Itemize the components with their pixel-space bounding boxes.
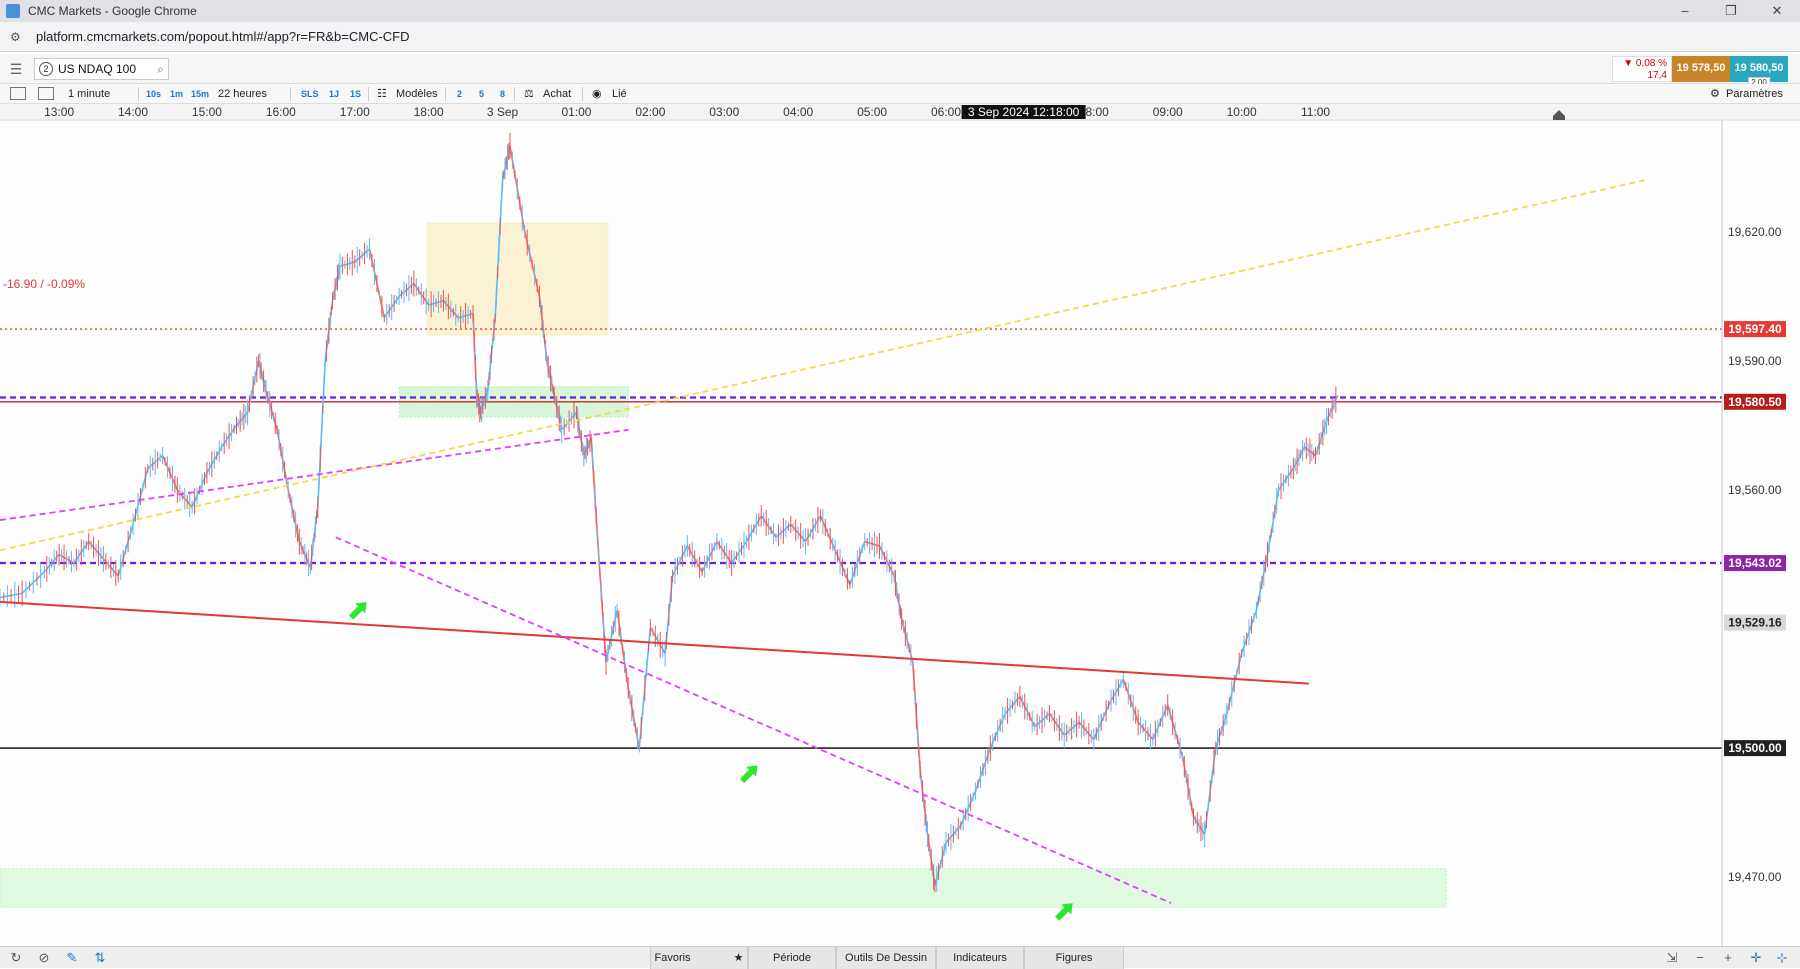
price-tag-label: 19,529.16 (1728, 616, 1782, 630)
cancel-icon[interactable]: ⊘ (34, 947, 54, 969)
prev-close-change-label: -16.90 / -0.09% (3, 277, 85, 291)
x-tick-label: 02:00 (635, 105, 665, 119)
site-info-icon[interactable]: ⚙ (10, 30, 24, 44)
favorites-label: Favoris (654, 952, 691, 964)
search-icon[interactable]: ⌕ (157, 62, 164, 77)
minimize-icon[interactable]: – (1662, 0, 1708, 22)
x-tick-label: 11:00 (1301, 105, 1330, 119)
buy-price: 19 580,50 (1734, 62, 1784, 74)
close-icon[interactable]: ✕ (1754, 0, 1800, 22)
crosshair-icon[interactable]: ✛ (1746, 947, 1766, 969)
interval-15m[interactable]: 15m (191, 84, 209, 104)
pencil-icon[interactable]: ✎ (62, 947, 82, 969)
x-tick-label: 15:00 (192, 105, 222, 119)
window-controls: – ❐ ✕ (1662, 0, 1800, 22)
hamburger-menu-icon[interactable]: ☰ (6, 60, 26, 78)
interval-10s[interactable]: 10s (146, 84, 161, 104)
templates-icon[interactable]: ☷ (377, 84, 387, 104)
window-title: CMC Markets - Google Chrome (28, 4, 197, 18)
url-text[interactable]: platform.cmcmarkets.com/popout.html#/app… (36, 29, 410, 44)
template-2[interactable]: 2 (457, 84, 462, 104)
price-tag-label: 19,580.50 (1728, 395, 1782, 409)
drawing-tools-tab[interactable]: Outils De Dessin (836, 947, 936, 969)
figures-tab[interactable]: Figures (1024, 947, 1124, 969)
change-points: 17,4 (1647, 70, 1667, 81)
templates-button[interactable]: Modèles (396, 84, 438, 104)
buy-order-icon[interactable]: ⚖ (524, 84, 534, 104)
instrument-bar: ☰ 2 US NDAQ 100 ⌕ (0, 54, 1800, 84)
buy-order-button[interactable]: Achat (543, 84, 571, 104)
x-tick-label: 16:00 (266, 105, 296, 119)
chrome-app-icon (6, 4, 20, 18)
instrument-selector[interactable]: 2 US NDAQ 100 ⌕ (34, 58, 169, 80)
x-tick-label: 3 Sep (487, 105, 519, 119)
x-tick-label: 01:00 (561, 105, 591, 119)
linked-button[interactable]: Lié (612, 84, 627, 104)
price-tag-label: 19,543.02 (1728, 556, 1782, 570)
star-icon: ★ (733, 952, 744, 964)
address-bar: ⚙ platform.cmcmarkets.com/popout.html#/a… (0, 22, 1800, 52)
template-8[interactable]: 8 (500, 84, 505, 104)
expand-icon[interactable]: ⇲ (1662, 947, 1682, 969)
x-tick-label: 17:00 (340, 105, 370, 119)
window-titlebar: CMC Markets - Google Chrome – ❐ ✕ (0, 0, 1800, 22)
price-tag-label: 19,597.40 (1728, 322, 1782, 336)
chart-toolbar: 1 minute 10s 1m 15m 22 heures SLS 1J 1S … (0, 84, 1800, 104)
fit-icon[interactable]: ⊹ (1772, 947, 1792, 969)
refresh-icon[interactable]: ↻ (6, 947, 26, 969)
instrument-badge: 2 (39, 62, 53, 76)
crosshair-time-label: 3 Sep 2024 12:18:00 (968, 105, 1080, 119)
interval-1m[interactable]: 1m (170, 84, 183, 104)
restore-icon[interactable]: ❐ (1708, 0, 1754, 22)
y-tick-label: 19,620.00 (1728, 225, 1782, 239)
x-tick-label: 10:00 (1227, 105, 1257, 119)
y-tick-label: 19,470.00 (1728, 870, 1782, 884)
sell-price-button[interactable]: 19 578,50 (1672, 56, 1730, 82)
indicators-tab[interactable]: Indicateurs (936, 947, 1024, 969)
period-tab[interactable]: Période (748, 947, 836, 969)
zoom-out-icon[interactable]: − (1690, 947, 1710, 969)
chart-layout-icon[interactable] (38, 87, 54, 100)
favorites-tab[interactable]: Favoris ★ (650, 947, 748, 969)
instrument-name: US NDAQ 100 (58, 62, 137, 76)
arrows-icon[interactable]: ⇅ (90, 947, 110, 969)
price-box: ▼ 0,08 % 17,4 19 578,50 19 580,50 2,00 (1612, 56, 1788, 88)
x-tick-label: 18:00 (414, 105, 444, 119)
period-selector[interactable]: 22 heures (218, 84, 267, 104)
y-tick-label: 19,560.00 (1728, 483, 1782, 497)
settings-icon[interactable]: ⚙ (1710, 84, 1720, 104)
chart-bottom-bar: ↻ ⊘ ✎ ⇅ Favoris ★ Période Outils De Dess… (0, 946, 1800, 969)
x-tick-label: 14:00 (118, 105, 148, 119)
y-tick-label: 19,590.00 (1728, 354, 1782, 368)
template-5[interactable]: 5 (479, 84, 484, 104)
buy-price-button[interactable]: 19 580,50 2,00 (1730, 56, 1788, 88)
chart-list-icon[interactable] (10, 87, 26, 100)
zone-0 (426, 222, 609, 336)
link-icon[interactable]: ◉ (592, 84, 602, 104)
change-percent: ▼ 0,08 % (1623, 58, 1667, 69)
zone-2 (0, 867, 1448, 908)
price-change: ▼ 0,08 % 17,4 (1612, 56, 1672, 82)
x-tick-label: 04:00 (783, 105, 813, 119)
x-tick-label: 03:00 (709, 105, 739, 119)
interval-selector[interactable]: 1 minute (68, 84, 110, 104)
period-1s[interactable]: 1S (350, 84, 361, 104)
x-tick-label: 05:00 (857, 105, 887, 119)
period-sls[interactable]: SLS (301, 84, 319, 104)
price-chart[interactable]: 13:00 14:00 15:00 16:00 17:00 18:00 3 Sep 01:00… (0, 104, 1800, 946)
x-tick-label: 09:00 (1153, 105, 1183, 119)
x-tick-label: 13:00 (44, 105, 74, 119)
settings-button[interactable]: Paramètres (1726, 84, 1783, 104)
x-tick-label: 06:00 (931, 105, 961, 119)
period-1j[interactable]: 1J (329, 84, 339, 104)
price-tag-label: 19,500.00 (1728, 741, 1782, 755)
zoom-in-icon[interactable]: + (1718, 947, 1738, 969)
